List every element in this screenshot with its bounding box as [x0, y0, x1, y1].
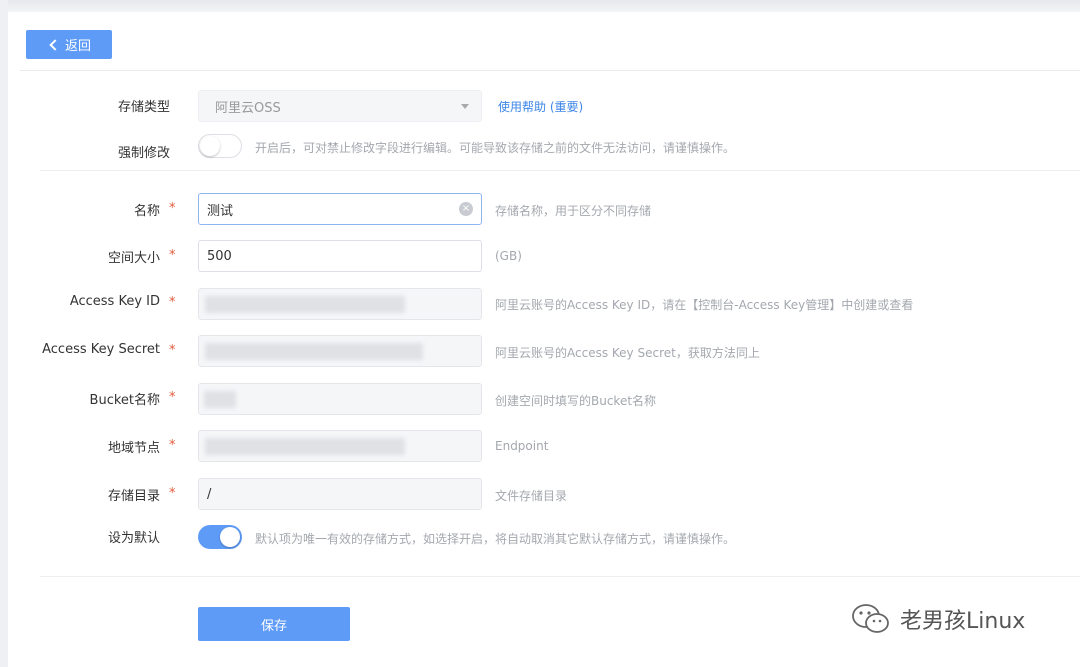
name-hint: 存储名称，用于区分不同存储 — [495, 204, 652, 218]
toggle-knob — [220, 527, 240, 547]
required-mark: * — [169, 390, 176, 405]
required-mark: * — [169, 248, 176, 263]
chevron-down-icon — [461, 104, 469, 109]
storage-type-value: 阿里云OSS — [215, 100, 281, 116]
watermark: 老男孩Linux — [850, 602, 1025, 636]
clear-icon[interactable]: × — [459, 202, 473, 216]
force-edit-label: 强制修改 — [117, 146, 170, 161]
capacity-input-value: 500 — [207, 248, 232, 264]
back-button-label: 返回 — [64, 39, 91, 54]
redacted-value — [205, 438, 405, 455]
name-label: 名称 — [133, 204, 160, 219]
wechat-icon — [852, 604, 889, 633]
capacity-hint: (GB) — [495, 249, 522, 263]
access-key-id-label: Access Key ID — [69, 294, 160, 309]
bucket-hint: 创建空间时填写的Bucket名称 — [495, 394, 657, 408]
top-edge — [8, 0, 1080, 12]
required-mark: * — [169, 343, 176, 358]
directory-label: 存储目录 — [107, 489, 160, 504]
name-input[interactable]: 测试 × — [198, 193, 482, 225]
endpoint-hint: Endpoint — [495, 439, 549, 453]
directory-hint: 文件存储目录 — [495, 489, 568, 503]
directory-input-value: / — [207, 486, 212, 502]
storage-type-label: 存储类型 — [117, 100, 170, 115]
redacted-value — [205, 343, 423, 360]
section-divider — [40, 170, 1080, 171]
access-key-id-hint: 阿里云账号的Access Key ID，请在【控制台-Access Key管理】… — [495, 298, 914, 312]
capacity-input[interactable]: 500 — [198, 240, 482, 272]
access-key-secret-input[interactable] — [198, 335, 482, 367]
force-edit-toggle[interactable] — [198, 134, 242, 158]
save-button[interactable]: 保存 — [198, 607, 350, 641]
default-label: 设为默认 — [107, 531, 160, 546]
access-key-id-input[interactable] — [198, 288, 482, 320]
help-link[interactable]: 使用帮助 (重要) — [498, 98, 583, 115]
toggle-knob — [200, 136, 220, 156]
endpoint-label: 地域节点 — [107, 441, 160, 456]
default-toggle[interactable] — [198, 525, 242, 549]
access-key-secret-label: Access Key Secret — [42, 342, 160, 357]
bucket-input[interactable] — [198, 383, 482, 415]
redacted-value — [205, 296, 405, 313]
bucket-label: Bucket名称 — [89, 393, 160, 408]
header-divider — [20, 70, 1080, 71]
directory-input[interactable]: / — [198, 478, 482, 510]
endpoint-input[interactable] — [198, 430, 482, 462]
required-mark: * — [169, 201, 176, 216]
capacity-label: 空间大小 — [107, 251, 160, 266]
access-key-secret-hint: 阿里云账号的Access Key Secret，获取方法同上 — [495, 346, 760, 360]
save-button-label: 保存 — [260, 618, 287, 634]
required-mark: * — [169, 295, 176, 310]
storage-type-select[interactable]: 阿里云OSS — [198, 90, 482, 122]
required-mark: * — [169, 486, 176, 501]
name-input-value: 测试 — [207, 203, 234, 219]
default-hint: 默认项为唯一有效的存储方式，如选择开启，将自动取消其它默认存储方式，请谨慎操作。 — [255, 532, 736, 546]
chevron-left-icon — [49, 38, 61, 51]
redacted-value — [204, 391, 236, 408]
back-button[interactable]: 返回 — [26, 30, 112, 59]
left-edge — [0, 0, 8, 667]
force-edit-hint: 开启后，可对禁止修改字段进行编辑。可能导致该存储之前的文件无法访问，请谨慎操作。 — [255, 141, 736, 155]
watermark-text: 老男孩Linux — [900, 609, 1026, 634]
section-divider — [40, 576, 1080, 577]
required-mark: * — [169, 438, 176, 453]
